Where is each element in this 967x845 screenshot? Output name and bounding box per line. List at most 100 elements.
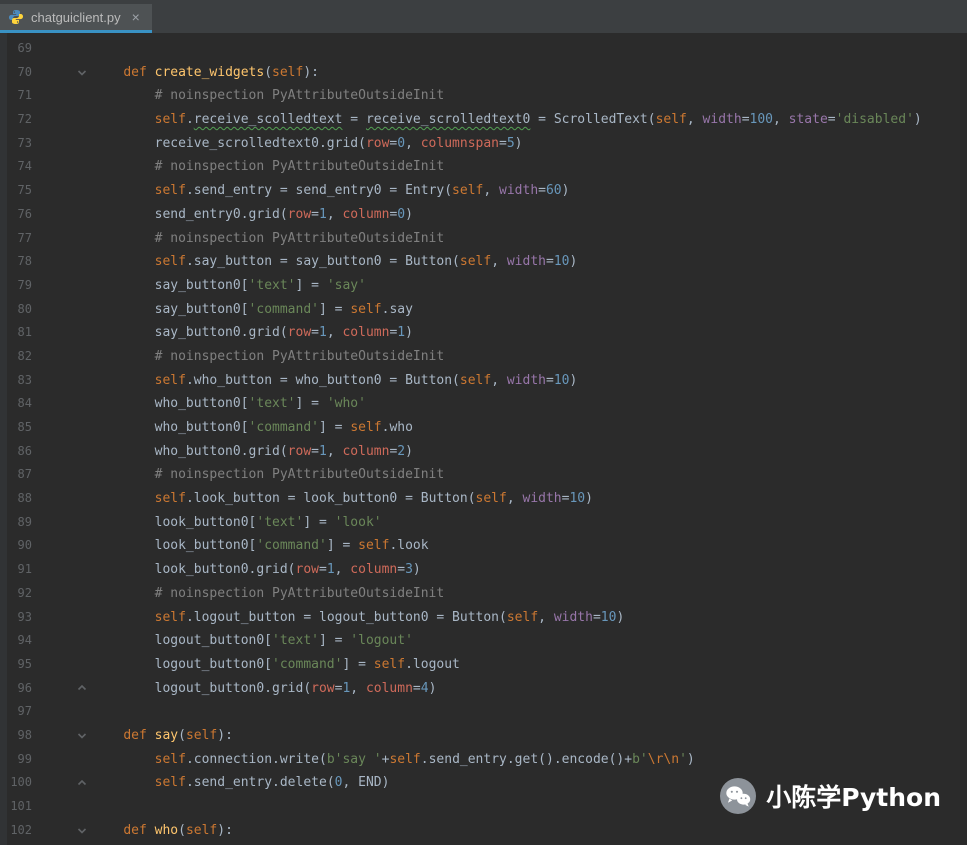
line-number: 102 [10, 822, 32, 837]
line-number: 76 [17, 206, 32, 221]
code-line: 93 self.logout_button = logout_button0 =… [0, 606, 967, 630]
fold-start-icon[interactable] [74, 819, 90, 843]
line-number: 90 [17, 538, 32, 553]
code-token: width [506, 254, 546, 270]
code-token: ) [569, 372, 578, 388]
code-token: ): [217, 727, 233, 743]
code-token: = [499, 135, 507, 151]
code-token: width [522, 491, 562, 507]
code-token: , [506, 491, 523, 507]
code-line: 85 who_button0['command'] = self.who [0, 416, 967, 440]
code-token: look_button0[ [92, 538, 257, 554]
code-token: 'command' [272, 656, 343, 672]
fold-start-icon[interactable] [74, 724, 90, 748]
tab-close-icon[interactable]: × [132, 9, 140, 25]
code-token: .who [381, 420, 413, 435]
code-token: .say_button = say_button0 = Button( [185, 254, 460, 270]
code-token: = ScrolledText( [530, 112, 656, 128]
code-token: self [154, 751, 186, 767]
code-token: # noinspection PyAttributeOutsideInit [154, 159, 445, 175]
line-number: 74 [17, 159, 32, 174]
line-number: 84 [17, 396, 32, 411]
code-text: self.say_button = say_button0 = Button(s… [92, 250, 967, 274]
code-token: receive_scolledtext [193, 112, 343, 128]
line-number: 89 [17, 514, 32, 529]
code-token: send_entry0.grid( [92, 206, 288, 222]
code-text: def who(self): [92, 819, 967, 843]
gutter: 99 [0, 748, 92, 772]
code-line: 73 receive_scrolledtext0.grid(row = 0, col… [0, 132, 967, 156]
code-token: 'logout' [350, 633, 413, 649]
code-token: self [154, 254, 186, 270]
code-token: self [506, 609, 539, 625]
code-text: # noinspection PyAttributeOutsideInit [92, 582, 967, 606]
code-token: .logout_button = logout_button0 = Button… [185, 609, 507, 625]
code-token: 0 [397, 206, 406, 222]
gutter: 97 [0, 700, 92, 724]
gutter: 87 [0, 463, 92, 487]
code-token: ) [514, 135, 523, 151]
code-token: ' [679, 751, 687, 767]
code-token: who_button0.grid( [92, 443, 288, 459]
gutter: 76 [0, 203, 92, 227]
code-token: who [154, 822, 179, 838]
line-number: 75 [17, 183, 32, 198]
code-text: self.receive_scolledtext = receive_scrol… [92, 108, 967, 132]
code-token: , [405, 135, 421, 151]
code-token: 4 [420, 680, 429, 696]
code-token: who_button0[ [92, 396, 249, 412]
code-token: ] = [319, 301, 351, 317]
code-token: row [365, 135, 390, 151]
code-token: self [350, 301, 382, 317]
gutter: 89 [0, 511, 92, 535]
code-token: ): [217, 822, 233, 838]
code-token: 3 [405, 562, 413, 578]
code-token: 'text' [248, 396, 296, 412]
code-token: 1 [326, 562, 335, 578]
code-token: row [287, 206, 312, 222]
code-token: , [686, 112, 703, 128]
code-token: ] = [342, 656, 374, 672]
code-token: 'command' [248, 301, 319, 317]
code-token: ) [585, 491, 593, 507]
gutter: 90 [0, 534, 92, 558]
gutter: 98 [0, 724, 92, 748]
line-number: 70 [17, 64, 32, 79]
code-editor[interactable]: 69 70 def create_widgets(self): 71 # noins… [0, 33, 967, 845]
code-line: 78 self.say_button = say_button0 = Butto… [0, 250, 967, 274]
code-token: self [154, 372, 186, 388]
code-text: look_button0['text'] = 'look' [92, 511, 967, 535]
code-line: 75 self.send_entry = send_entry0 = Entry… [0, 179, 967, 203]
code-token: ) [405, 206, 413, 222]
code-token: look_button0.grid( [92, 562, 296, 578]
fold-end-icon[interactable] [74, 771, 90, 795]
code-token: = [311, 206, 319, 222]
code-token: self [389, 751, 421, 767]
code-token: b'say ' [326, 751, 382, 767]
code-token: ] = [303, 514, 335, 530]
fold-end-icon[interactable] [74, 677, 90, 701]
code-token: = [545, 254, 554, 270]
code-token: self [154, 491, 186, 507]
code-line: 74 # noinspection PyAttributeOutsideInit [0, 155, 967, 179]
code-token: = [397, 562, 406, 578]
gutter: 92 [0, 582, 92, 606]
code-text: look_button0['command'] = self.look [92, 534, 967, 558]
gutter: 96 [0, 677, 92, 701]
watermark-text: 小陈学Python [766, 783, 941, 812]
code-token: .connection.write( [185, 751, 327, 767]
gutter: 85 [0, 416, 92, 440]
fold-start-icon[interactable] [74, 61, 90, 85]
gutter: 79 [0, 274, 92, 298]
code-token: say_button0.grid( [92, 325, 288, 341]
tab-chatguiclient[interactable]: chatguiclient.py × [0, 4, 152, 33]
code-token: say [154, 727, 179, 743]
code-token: = [318, 562, 327, 578]
line-number: 73 [17, 135, 32, 150]
code-token: # noinspection PyAttributeOutsideInit [154, 585, 445, 601]
